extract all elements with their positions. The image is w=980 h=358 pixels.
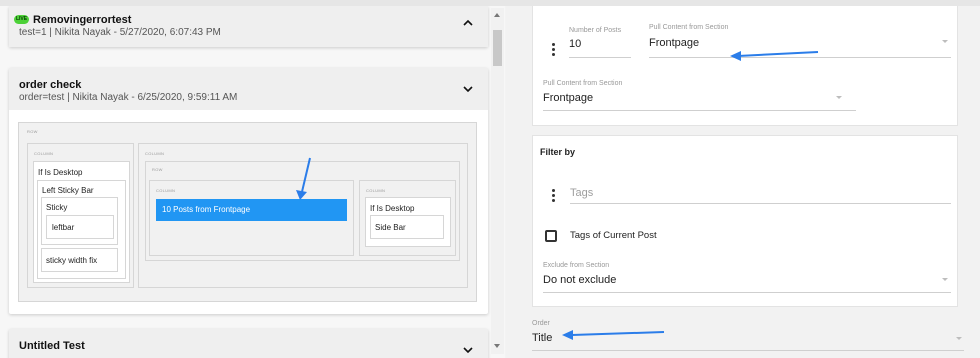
- tags-underline: [570, 203, 951, 204]
- filter-heading: Filter by: [540, 147, 576, 157]
- dropdown-arrow-icon[interactable]: [942, 278, 948, 281]
- filter-card: Filter by Tags Tags of Current Post Excl…: [532, 135, 958, 307]
- column-label: COLUMN: [34, 151, 54, 156]
- pull-content-select[interactable]: Frontpage: [649, 37, 699, 49]
- chevron-down-icon[interactable]: [462, 344, 474, 356]
- annotation-arrow: [296, 157, 311, 200]
- chevron-down-icon[interactable]: [462, 83, 474, 95]
- order-underline: [532, 350, 964, 351]
- tags-current-post-checkbox[interactable]: [545, 230, 557, 242]
- leftbar-block[interactable]: leftbar: [46, 215, 114, 239]
- live-badge: LIVE: [14, 15, 29, 24]
- scroll-down-icon[interactable]: [494, 344, 500, 348]
- layout-column-left: COLUMN If Is Desktop Left Sticky Bar Sti…: [27, 143, 134, 288]
- dropdown-arrow-icon[interactable]: [956, 337, 962, 340]
- inner-column-sidebar: COLUMN If Is Desktop Side Bar: [359, 180, 456, 256]
- test-card-order-check[interactable]: order check order=test | Nikita Nayak - …: [9, 68, 488, 314]
- test-title: Removingerrortest: [33, 14, 132, 26]
- annotation-arrow: [562, 330, 665, 340]
- test-title: Untitled Test: [19, 340, 85, 352]
- if-desktop-block[interactable]: If Is Desktop Side Bar: [365, 197, 451, 247]
- row-label: ROW: [27, 129, 38, 134]
- scroll-thumb[interactable]: [493, 30, 502, 66]
- left-scrollbar[interactable]: [491, 8, 504, 354]
- test-card-header[interactable]: Untitled Test: [9, 329, 488, 358]
- exclude-section-select[interactable]: Do not exclude: [543, 274, 616, 286]
- test-card-header[interactable]: order check order=test | Nikita Nayak - …: [9, 68, 488, 110]
- tags-input[interactable]: Tags: [570, 187, 593, 199]
- test-card-untitled[interactable]: Untitled Test: [9, 329, 488, 358]
- sticky-label: Sticky: [46, 203, 68, 212]
- test-card-header[interactable]: LIVE Removingerrortest test=1 | Nikita N…: [9, 6, 488, 47]
- settings-panel: Number of Posts 10 Pull Content from Sec…: [506, 6, 980, 358]
- dropdown-arrow-icon[interactable]: [836, 96, 842, 99]
- number-of-posts-underline: [569, 57, 631, 58]
- pull-content-label: Pull Content from Section: [649, 24, 729, 31]
- column-label: COLUMN: [366, 188, 386, 193]
- number-of-posts-value[interactable]: 10: [569, 38, 581, 50]
- scroll-up-icon[interactable]: [494, 13, 500, 17]
- tests-list-panel: LIVE Removingerrortest test=1 | Nikita N…: [0, 6, 505, 358]
- tags-current-post-label: Tags of Current Post: [570, 230, 657, 241]
- sticky-width-fix-label: sticky width fix: [46, 256, 98, 265]
- left-sticky-bar-block[interactable]: Left Sticky Bar Sticky leftbar sticky wi…: [37, 180, 126, 279]
- if-desktop-label: If Is Desktop: [370, 204, 415, 213]
- number-of-posts-label: Number of Posts: [569, 27, 622, 34]
- column-label: COLUMN: [145, 151, 165, 156]
- exclude-section-label: Exclude from Section: [543, 262, 610, 269]
- sticky-width-fix-block[interactable]: sticky width fix: [41, 248, 118, 272]
- leftbar-label: leftbar: [52, 223, 75, 232]
- posts-settings-card: Number of Posts 10 Pull Content from Sec…: [532, 6, 958, 126]
- test-title: order check: [19, 79, 82, 91]
- more-options-icon[interactable]: [552, 43, 555, 58]
- pull-content-underline: [543, 110, 856, 111]
- side-bar-block[interactable]: Side Bar: [370, 215, 444, 239]
- sticky-block[interactable]: Sticky leftbar: [41, 197, 118, 245]
- column-label: COLUMN: [156, 188, 176, 193]
- more-options-icon[interactable]: [552, 189, 555, 204]
- left-sticky-bar-label: Left Sticky Bar: [42, 186, 94, 195]
- annotation-arrow: [730, 51, 819, 61]
- dropdown-arrow-icon[interactable]: [942, 40, 948, 43]
- pull-content-label: Pull Content from Section: [543, 80, 623, 87]
- test-subtitle: order=test | Nikita Nayak - 6/25/2020, 9…: [19, 92, 238, 103]
- pull-content-select[interactable]: Frontpage: [543, 92, 593, 104]
- if-desktop-label: If Is Desktop: [38, 168, 83, 177]
- exclude-section-underline: [543, 292, 951, 293]
- inner-column-posts: COLUMN 10 Posts from Frontpage: [149, 180, 354, 256]
- if-desktop-block[interactable]: If Is Desktop Left Sticky Bar Sticky lef…: [33, 161, 130, 283]
- inner-row-label: ROW: [152, 167, 163, 172]
- chevron-up-icon[interactable]: [462, 17, 474, 29]
- layout-row: ROW COLUMN If Is Desktop Left Sticky Bar…: [18, 122, 477, 302]
- test-subtitle: test=1 | Nikita Nayak - 5/27/2020, 6:07:…: [19, 27, 221, 38]
- test-card-removingerrortest[interactable]: LIVE Removingerrortest test=1 | Nikita N…: [9, 6, 488, 47]
- order-select[interactable]: Title: [532, 332, 552, 344]
- side-bar-label: Side Bar: [375, 223, 406, 232]
- order-label: Order: [532, 320, 550, 327]
